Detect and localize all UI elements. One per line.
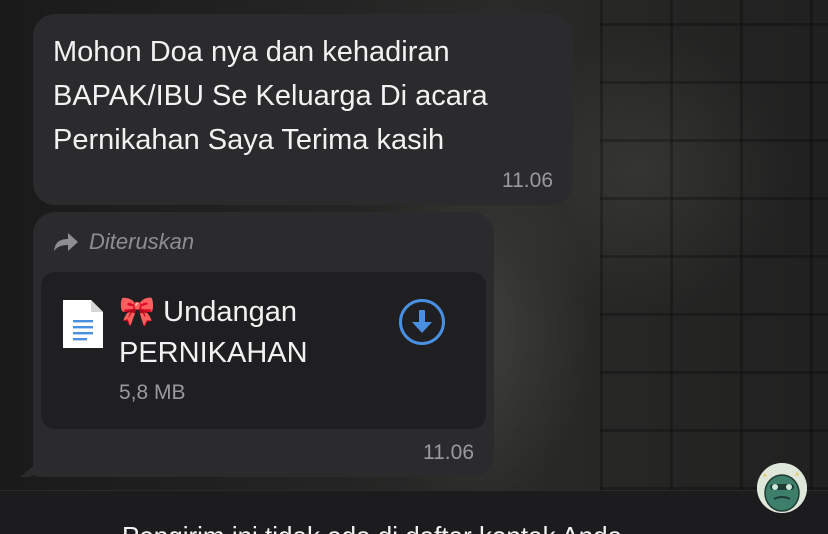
message-bubble-document[interactable]: Diteruskan 🎀 Undangan PERNIKAHAN 5,8 MB <box>33 212 494 477</box>
avatar[interactable] <box>757 463 807 513</box>
message-text: Mohon Doa nya dan kehadiran BAPAK/IBU Se… <box>53 36 488 156</box>
message-timestamp: 11.06 <box>502 169 553 192</box>
document-attachment[interactable]: 🎀 Undangan PERNIKAHAN 5,8 MB <box>41 272 486 429</box>
ribbon-emoji: 🎀 <box>119 296 156 328</box>
wallpaper-window-pattern <box>600 0 828 490</box>
document-size: 5,8 MB <box>119 381 186 404</box>
download-arrow-icon <box>399 299 445 345</box>
unknown-sender-bar: Pengirim ini tidak ada di daftar kontak … <box>0 490 828 534</box>
message-timestamp: 11.06 <box>423 441 474 464</box>
forwarded-label: Diteruskan <box>89 229 195 254</box>
document-icon <box>61 298 105 355</box>
unknown-sender-notice: Pengirim ini tidak ada di daftar kontak … <box>122 521 622 534</box>
message-bubble-text[interactable]: Mohon Doa nya dan kehadiran BAPAK/IBU Se… <box>33 14 573 205</box>
download-button[interactable] <box>398 298 446 346</box>
forward-arrow-icon <box>53 232 79 252</box>
avatar-character-icon <box>757 463 807 513</box>
document-title: 🎀 Undangan PERNIKAHAN <box>119 292 379 374</box>
forwarded-header: Diteruskan <box>53 229 194 255</box>
